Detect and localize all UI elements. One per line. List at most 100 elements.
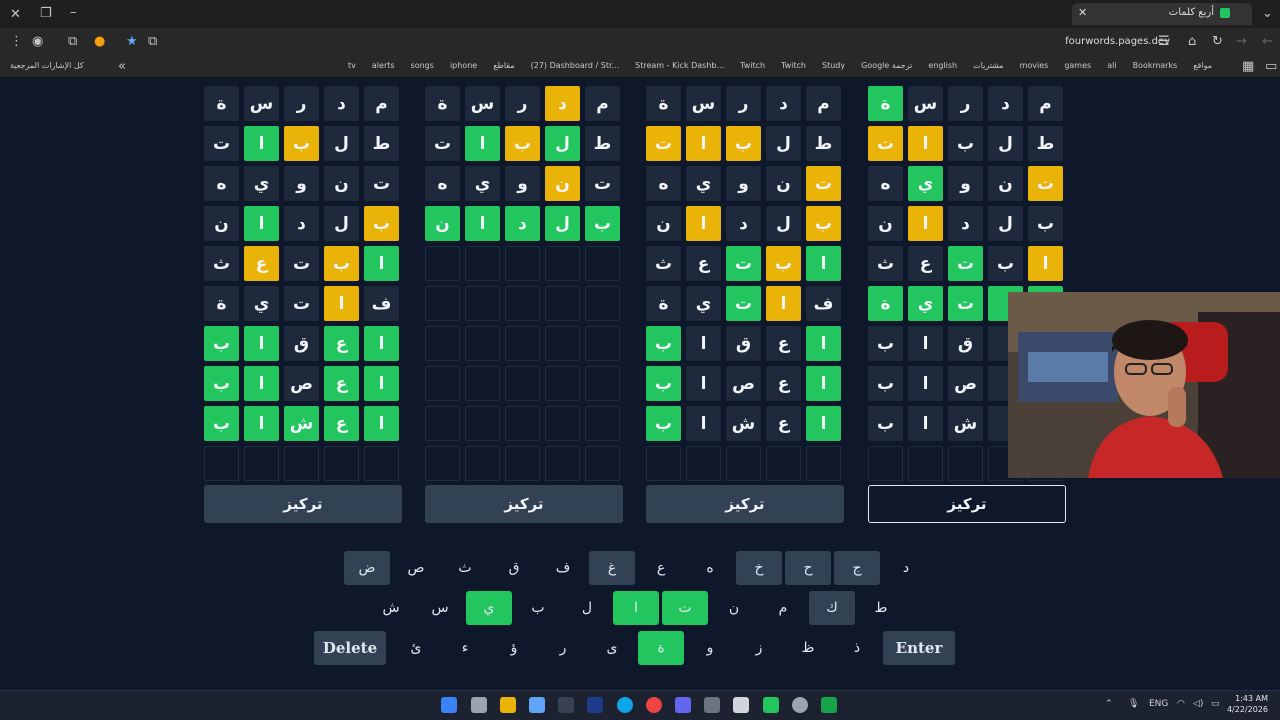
bookmark-star-icon[interactable]: ★ xyxy=(126,35,138,48)
focus-button-board-4[interactable]: تركيز xyxy=(868,485,1066,523)
steam-icon[interactable] xyxy=(587,697,603,713)
minimize-window-icon[interactable]: – xyxy=(70,6,77,19)
site-settings-icon[interactable]: ☰ xyxy=(1158,35,1170,48)
settings-icon[interactable] xyxy=(792,697,808,713)
key-3[interactable]: خ xyxy=(736,551,782,585)
key-row3-7[interactable]: ؤ xyxy=(491,631,537,665)
bookmark-item[interactable]: مواقع xyxy=(1193,61,1212,70)
bookmark-item[interactable]: alerts xyxy=(372,61,395,70)
key-5[interactable]: ع xyxy=(638,551,684,585)
key-4[interactable]: ه xyxy=(687,551,733,585)
battery-icon[interactable]: ▭ xyxy=(1211,699,1220,709)
task-view-icon[interactable] xyxy=(471,697,487,713)
bookmarks-overflow-icon[interactable]: « xyxy=(118,60,126,73)
bookmark-item[interactable]: مشتريات xyxy=(973,61,1003,70)
bookmark-item[interactable]: games xyxy=(1064,61,1091,70)
bookmark-item[interactable]: Google ترجمة xyxy=(861,61,912,70)
bookmark-item[interactable]: مقاطع xyxy=(493,61,514,70)
key-row3-0[interactable]: ذ xyxy=(834,631,880,665)
menu-icon[interactable]: ⋮ xyxy=(10,35,23,48)
bookmark-item[interactable]: songs xyxy=(411,61,434,70)
bookmark-item[interactable]: iphone xyxy=(450,61,477,70)
key-row3-1[interactable]: ظ xyxy=(785,631,831,665)
microphone-icon[interactable]: 🎙 xyxy=(1128,699,1139,709)
key-row2-7[interactable]: ب xyxy=(515,591,561,625)
key-2[interactable]: ح xyxy=(785,551,831,585)
key-row2-10[interactable]: ش xyxy=(368,591,414,625)
home-icon[interactable]: ⌂ xyxy=(1188,35,1196,48)
profile-icon[interactable]: ◉ xyxy=(32,35,43,48)
file-explorer-icon[interactable] xyxy=(500,697,516,713)
key-9[interactable]: ث xyxy=(442,551,488,585)
bookmark-item[interactable]: ali xyxy=(1107,61,1116,70)
edge-icon[interactable] xyxy=(617,697,633,713)
key-0[interactable]: د xyxy=(883,551,929,585)
bookmark-item[interactable]: Twitch xyxy=(781,61,806,70)
apps-grid-icon[interactable]: ▦ xyxy=(1242,60,1254,73)
app-icon[interactable] xyxy=(704,697,720,713)
kick-icon[interactable] xyxy=(821,697,837,713)
back-icon[interactable]: ← xyxy=(1262,35,1273,48)
key-row2-1[interactable]: ك xyxy=(809,591,855,625)
key-6[interactable]: غ xyxy=(589,551,635,585)
key-7[interactable]: ف xyxy=(540,551,586,585)
address-bar[interactable]: fourwords.pages.dev xyxy=(1065,36,1170,47)
language-indicator[interactable]: ENG xyxy=(1149,699,1168,709)
key-row2-0[interactable]: ط xyxy=(858,591,904,625)
bookmark-item[interactable]: tv xyxy=(348,61,356,70)
browser-tab[interactable]: ✕ أربع كلمات xyxy=(1072,3,1252,25)
tray-overflow-icon[interactable]: ⌃ xyxy=(1105,699,1113,709)
side-panel-icon[interactable]: ▭ xyxy=(1265,60,1277,73)
forward-icon[interactable]: → xyxy=(1236,35,1247,48)
close-window-icon[interactable]: ✕ xyxy=(10,8,21,21)
key-10[interactable]: ص xyxy=(393,551,439,585)
key-row3-2[interactable]: ز xyxy=(736,631,782,665)
key-1[interactable]: ج xyxy=(834,551,880,585)
bookmark-item[interactable]: Bookmarks xyxy=(1133,61,1178,70)
key-row2-8[interactable]: ي xyxy=(466,591,512,625)
focus-button-board-1[interactable]: تركيز xyxy=(204,485,402,523)
key-row3-4[interactable]: ة xyxy=(638,631,684,665)
bookmark-item[interactable]: (27) Dashboard / Str... xyxy=(531,61,620,70)
chrome-icon[interactable] xyxy=(646,697,662,713)
start-icon[interactable] xyxy=(441,697,457,713)
restore-window-icon[interactable]: ❐ xyxy=(40,7,52,20)
bookmark-item[interactable]: english xyxy=(928,61,957,70)
store-icon[interactable] xyxy=(529,697,545,713)
tab-search-icon[interactable]: ⌄ xyxy=(1262,7,1273,20)
snipping-tool-icon[interactable] xyxy=(733,697,749,713)
share-icon[interactable]: ⧉ xyxy=(148,35,157,48)
key-8[interactable]: ق xyxy=(491,551,537,585)
key-row3-8[interactable]: ء xyxy=(442,631,488,665)
key-row2-9[interactable]: س xyxy=(417,591,463,625)
extensions-icon[interactable]: ⧉ xyxy=(68,35,77,48)
bookmark-item[interactable]: Study xyxy=(822,61,845,70)
focus-button-board-3[interactable]: تركيز xyxy=(646,485,844,523)
key-row2-2[interactable]: م xyxy=(760,591,806,625)
volume-icon[interactable]: ◁) xyxy=(1193,699,1203,709)
wifi-icon[interactable]: ◠ xyxy=(1177,699,1185,709)
key-row3-6[interactable]: ر xyxy=(540,631,586,665)
system-clock[interactable]: 1:43 AM 4/22/2026 xyxy=(1227,693,1268,715)
discord-icon[interactable] xyxy=(675,697,691,713)
key-row3-9[interactable]: ئ xyxy=(393,631,439,665)
xbox-icon[interactable] xyxy=(763,697,779,713)
extension-icon[interactable]: ● xyxy=(94,35,105,48)
reload-icon[interactable]: ↻ xyxy=(1212,35,1223,48)
focus-button-board-2[interactable]: تركيز xyxy=(425,485,623,523)
key-row2-3[interactable]: ن xyxy=(711,591,757,625)
delete-key[interactable]: Delete xyxy=(314,631,386,665)
key-11[interactable]: ض xyxy=(344,551,390,585)
terminal-icon[interactable] xyxy=(558,697,574,713)
all-bookmarks[interactable]: كل الإشارات المرجعية xyxy=(10,61,84,70)
enter-key[interactable]: Enter xyxy=(883,631,955,665)
key-row3-3[interactable]: و xyxy=(687,631,733,665)
key-row2-6[interactable]: ل xyxy=(564,591,610,625)
key-row2-4[interactable]: ت xyxy=(662,591,708,625)
key-row3-5[interactable]: ى xyxy=(589,631,635,665)
bookmark-item[interactable]: Stream - Kick Dashb... xyxy=(635,61,724,70)
tab-close-icon[interactable]: ✕ xyxy=(1078,6,1087,19)
key-row2-5[interactable]: ا xyxy=(613,591,659,625)
bookmark-item[interactable]: movies xyxy=(1020,61,1049,70)
bookmark-item[interactable]: Twitch xyxy=(740,61,765,70)
